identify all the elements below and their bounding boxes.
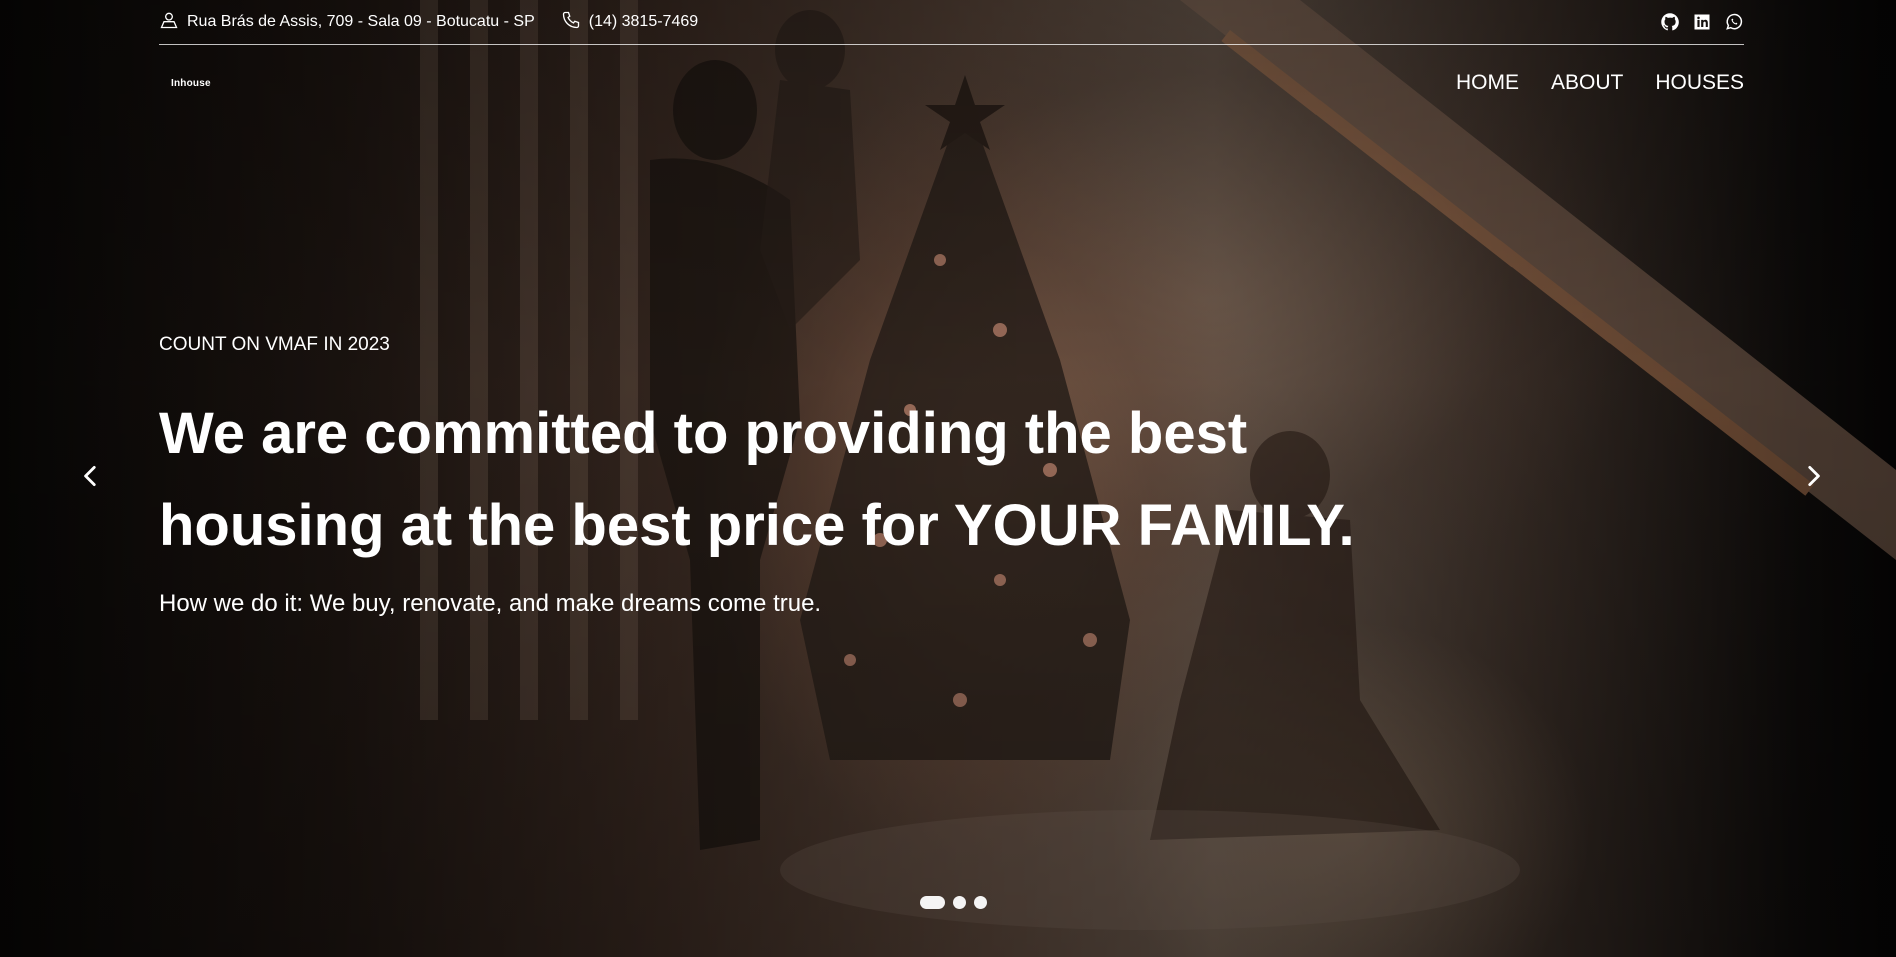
carousel-prev-button[interactable]: [75, 462, 107, 494]
address-item: Rua Brás de Assis, 709 - Sala 09 - Botuc…: [159, 10, 535, 35]
whatsapp-icon[interactable]: [1724, 12, 1744, 32]
user-location-icon: [159, 10, 179, 35]
contact-info: Rua Brás de Assis, 709 - Sala 09 - Botuc…: [159, 10, 698, 35]
carousel-indicator-2[interactable]: [953, 896, 966, 909]
hero-eyebrow: COUNT ON VMAF IN 2023: [159, 334, 390, 355]
chevron-right-icon: [1800, 463, 1826, 494]
carousel-indicator-1[interactable]: [920, 896, 945, 909]
hero-headline-line-2: housing at the best price for YOUR FAMIL…: [159, 493, 1355, 558]
chevron-left-icon: [78, 463, 104, 494]
github-icon[interactable]: [1660, 12, 1680, 32]
hero-carousel: Rua Brás de Assis, 709 - Sala 09 - Botuc…: [0, 0, 1896, 957]
hero-subline: How we do it: We buy, renovate, and make…: [159, 590, 822, 617]
nav-about-link[interactable]: ABOUT: [1551, 71, 1623, 95]
top-bar: Rua Brás de Assis, 709 - Sala 09 - Botuc…: [159, 0, 1744, 45]
site-logo[interactable]: Inhouse: [159, 78, 211, 89]
address-text: Rua Brás de Assis, 709 - Sala 09 - Botuc…: [187, 13, 535, 30]
social-links: [1660, 12, 1744, 32]
nav-home-link[interactable]: HOME: [1456, 71, 1519, 95]
phone-icon: [561, 10, 581, 35]
hero-headline: We are committed to providing the best h…: [159, 388, 1579, 572]
main-navbar: Inhouse HOME ABOUT HOUSES: [159, 62, 1744, 104]
linkedin-icon[interactable]: [1692, 12, 1712, 32]
carousel-indicators: [920, 896, 987, 909]
phone-text: (14) 3815-7469: [588, 13, 699, 30]
phone-item: (14) 3815-7469: [561, 10, 698, 35]
nav-menu: HOME ABOUT HOUSES: [1456, 71, 1744, 95]
hero-headline-line-1: We are committed to providing the best: [159, 401, 1248, 466]
carousel-indicator-3[interactable]: [974, 896, 987, 909]
carousel-next-button[interactable]: [1797, 462, 1829, 494]
nav-houses-link[interactable]: HOUSES: [1655, 71, 1744, 95]
